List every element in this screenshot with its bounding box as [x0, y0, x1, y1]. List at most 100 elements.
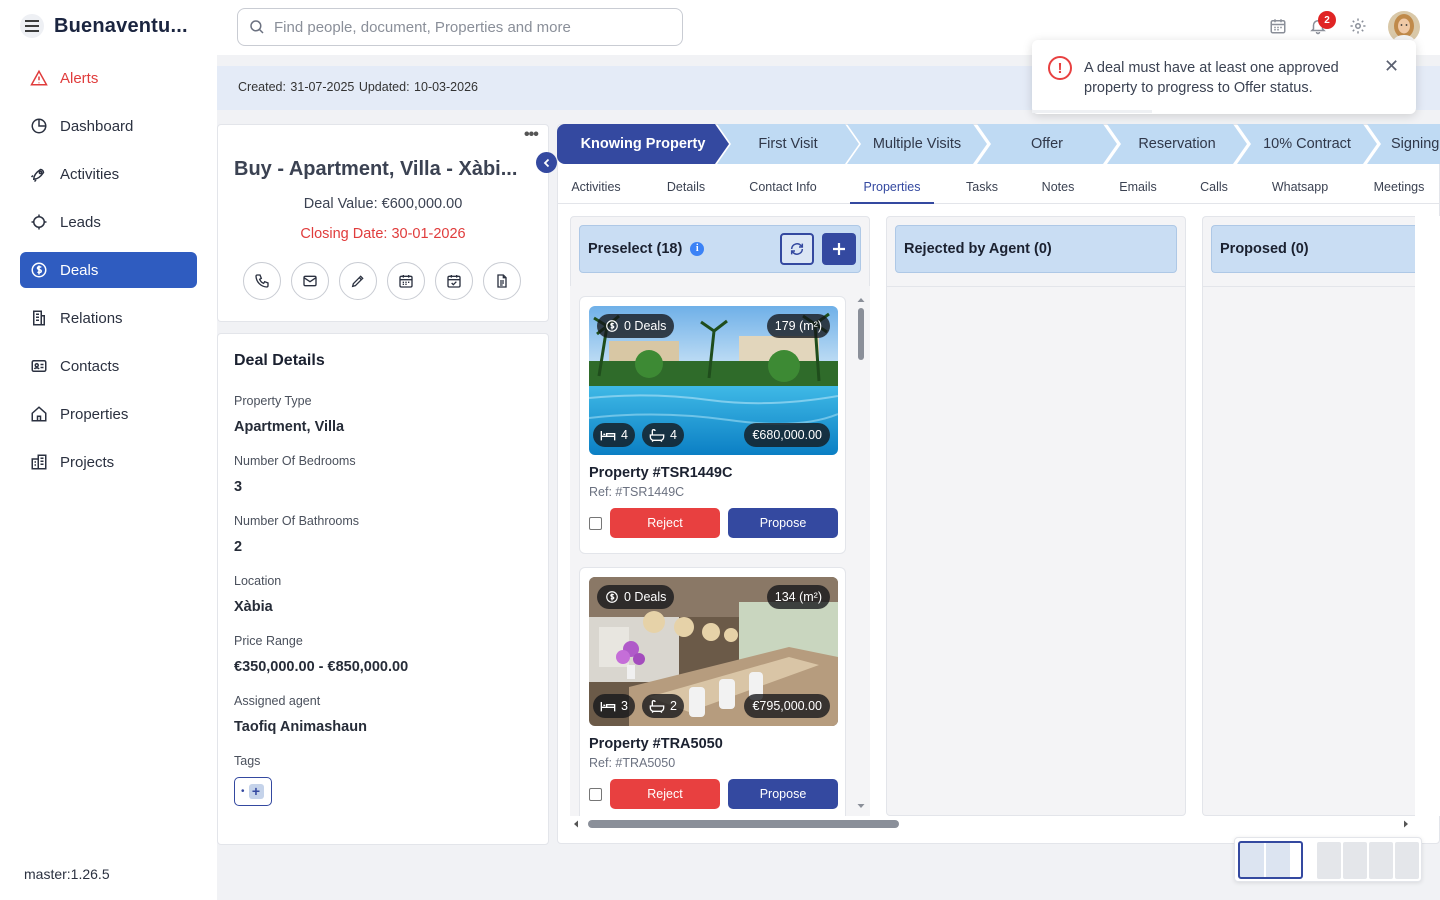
- property-card[interactable]: 0 Deals 134 (m²) 3 2 €795,000.00 Propert…: [579, 567, 846, 816]
- edit-button[interactable]: [339, 262, 377, 300]
- bed-icon: [600, 431, 616, 441]
- deal-details-card: [217, 333, 549, 845]
- field-label: Location: [234, 574, 282, 588]
- add-property-button[interactable]: [822, 233, 856, 265]
- sidebar-item-properties[interactable]: Properties: [20, 396, 197, 432]
- refresh-button[interactable]: [780, 233, 814, 265]
- schedule-button[interactable]: [387, 262, 425, 300]
- sidebar-item-dashboard[interactable]: Dashboard: [20, 108, 197, 144]
- reject-button[interactable]: Reject: [610, 779, 720, 809]
- select-checkbox[interactable]: [589, 788, 602, 801]
- tab-properties[interactable]: Properties: [850, 172, 934, 204]
- id-card-icon: [31, 360, 47, 372]
- sidebar-item-relations[interactable]: Relations: [20, 300, 197, 336]
- board-minimap[interactable]: [1234, 837, 1422, 882]
- user-avatar[interactable]: [1388, 11, 1420, 43]
- call-button[interactable]: [243, 262, 281, 300]
- field-value: 2: [234, 539, 243, 555]
- column-rejected-by-agent: Rejected by Agent (0): [886, 216, 1186, 816]
- sidebar-item-activities[interactable]: Activities: [20, 156, 197, 192]
- search-icon: [250, 20, 264, 34]
- bathrooms-chip: 4: [642, 423, 684, 447]
- property-title[interactable]: Property #TRA5050: [589, 736, 723, 752]
- search-box[interactable]: [237, 8, 683, 46]
- tab-details[interactable]: Details: [654, 172, 718, 204]
- sidebar-item-contacts[interactable]: Contacts: [20, 348, 197, 384]
- field-value: Taofiq Animashaun: [234, 719, 367, 735]
- tab-contact-info[interactable]: Contact Info: [740, 172, 826, 204]
- more-options-icon[interactable]: •••: [524, 126, 539, 144]
- stage-first-visit[interactable]: First Visit: [717, 124, 859, 164]
- tab-emails[interactable]: Emails: [1110, 172, 1166, 204]
- document-button[interactable]: [483, 262, 521, 300]
- gear-icon[interactable]: [1346, 14, 1370, 38]
- tags-add-button[interactable]: • +: [234, 777, 272, 806]
- property-ref: Ref: #TRA5050: [589, 756, 676, 770]
- dollar-circle-icon: [31, 262, 47, 278]
- sidebar-item-alerts[interactable]: Alerts: [20, 60, 197, 96]
- bedrooms-chip: 3: [593, 694, 635, 718]
- bed-icon: [600, 702, 616, 712]
- collapse-panel-button[interactable]: [536, 152, 557, 173]
- property-card[interactable]: 0 Deals 179 (m²) 4 4 €680,000.00 Propert…: [579, 296, 846, 554]
- bedrooms-chip: 4: [593, 423, 635, 447]
- bedrooms-value: 4: [621, 428, 628, 442]
- reject-button[interactable]: Reject: [610, 508, 720, 538]
- toast-progress: [1032, 110, 1152, 113]
- email-button[interactable]: [291, 262, 329, 300]
- sidebar-item-label: Contacts: [60, 357, 120, 375]
- close-icon[interactable]: ✕: [1384, 56, 1399, 77]
- mail-icon: [303, 275, 317, 287]
- tab-notes[interactable]: Notes: [1034, 172, 1082, 204]
- area-chip: 179 (m²): [766, 314, 830, 338]
- stage-offer[interactable]: Offer: [977, 124, 1117, 164]
- stage-reservation[interactable]: Reservation: [1107, 124, 1247, 164]
- stage-10-contract[interactable]: 10% Contract: [1237, 124, 1377, 164]
- price-chip: €795,000.00: [744, 694, 830, 718]
- calendar-icon[interactable]: [1266, 14, 1290, 38]
- field-label: Tags: [234, 754, 261, 768]
- column-proposed: Proposed (0): [1202, 216, 1440, 816]
- propose-button[interactable]: Propose: [728, 779, 838, 809]
- area-value: 179 (m²): [774, 319, 822, 333]
- search-input[interactable]: [274, 18, 674, 36]
- bathrooms-chip: 2: [642, 694, 684, 718]
- sidebar-item-label: Leads: [60, 213, 101, 231]
- field-label: Number Of Bathrooms: [234, 514, 360, 528]
- stage-knowing-property[interactable]: Knowing Property: [557, 124, 729, 164]
- chevron-left-icon: [543, 158, 549, 167]
- sidebar-item-projects[interactable]: Projects: [20, 444, 197, 480]
- column-title: Rejected by Agent (0): [904, 241, 1052, 257]
- error-icon: !: [1048, 56, 1072, 80]
- sidebar-nav: Alerts Dashboard Activities Leads Deals …: [20, 60, 197, 492]
- app-name: Buenaventu...: [54, 14, 188, 37]
- pie-chart-icon: [31, 118, 47, 134]
- hamburger-menu-icon[interactable]: [20, 14, 44, 38]
- info-icon[interactable]: i: [690, 242, 705, 256]
- sidebar-item-leads[interactable]: Leads: [20, 204, 197, 240]
- property-title[interactable]: Property #TSR1449C: [589, 465, 732, 481]
- tab-meetings[interactable]: Meetings: [1360, 172, 1438, 204]
- tab-calls[interactable]: Calls: [1190, 172, 1238, 204]
- propose-button[interactable]: Propose: [728, 508, 838, 538]
- tab-whatsapp[interactable]: Whatsapp: [1264, 172, 1336, 204]
- stage-multiple-visits[interactable]: Multiple Visits: [847, 124, 987, 164]
- area-value: 134 (m²): [774, 590, 822, 604]
- deals-count-chip: 0 Deals: [597, 314, 675, 338]
- column-title: Preselect (18): [588, 241, 683, 257]
- minimap-viewport[interactable]: [1238, 841, 1303, 879]
- select-checkbox[interactable]: [589, 517, 602, 530]
- vertical-scrollbar[interactable]: [856, 296, 866, 812]
- horizontal-scrollbar[interactable]: [572, 818, 1412, 830]
- tab-activities[interactable]: Activities: [562, 172, 630, 204]
- brand: Buenaventu...: [20, 12, 188, 40]
- phone-icon: [255, 274, 269, 288]
- sidebar-item-deals[interactable]: Deals: [20, 252, 197, 288]
- stage-signing[interactable]: Signing: [1367, 124, 1440, 164]
- deals-count: 0 Deals: [624, 319, 667, 333]
- task-button[interactable]: [435, 262, 473, 300]
- column-header: Preselect (18) i: [579, 225, 861, 273]
- bathrooms-value: 4: [670, 428, 677, 442]
- sidebar-item-label: Activities: [60, 165, 120, 183]
- tab-tasks[interactable]: Tasks: [958, 172, 1006, 204]
